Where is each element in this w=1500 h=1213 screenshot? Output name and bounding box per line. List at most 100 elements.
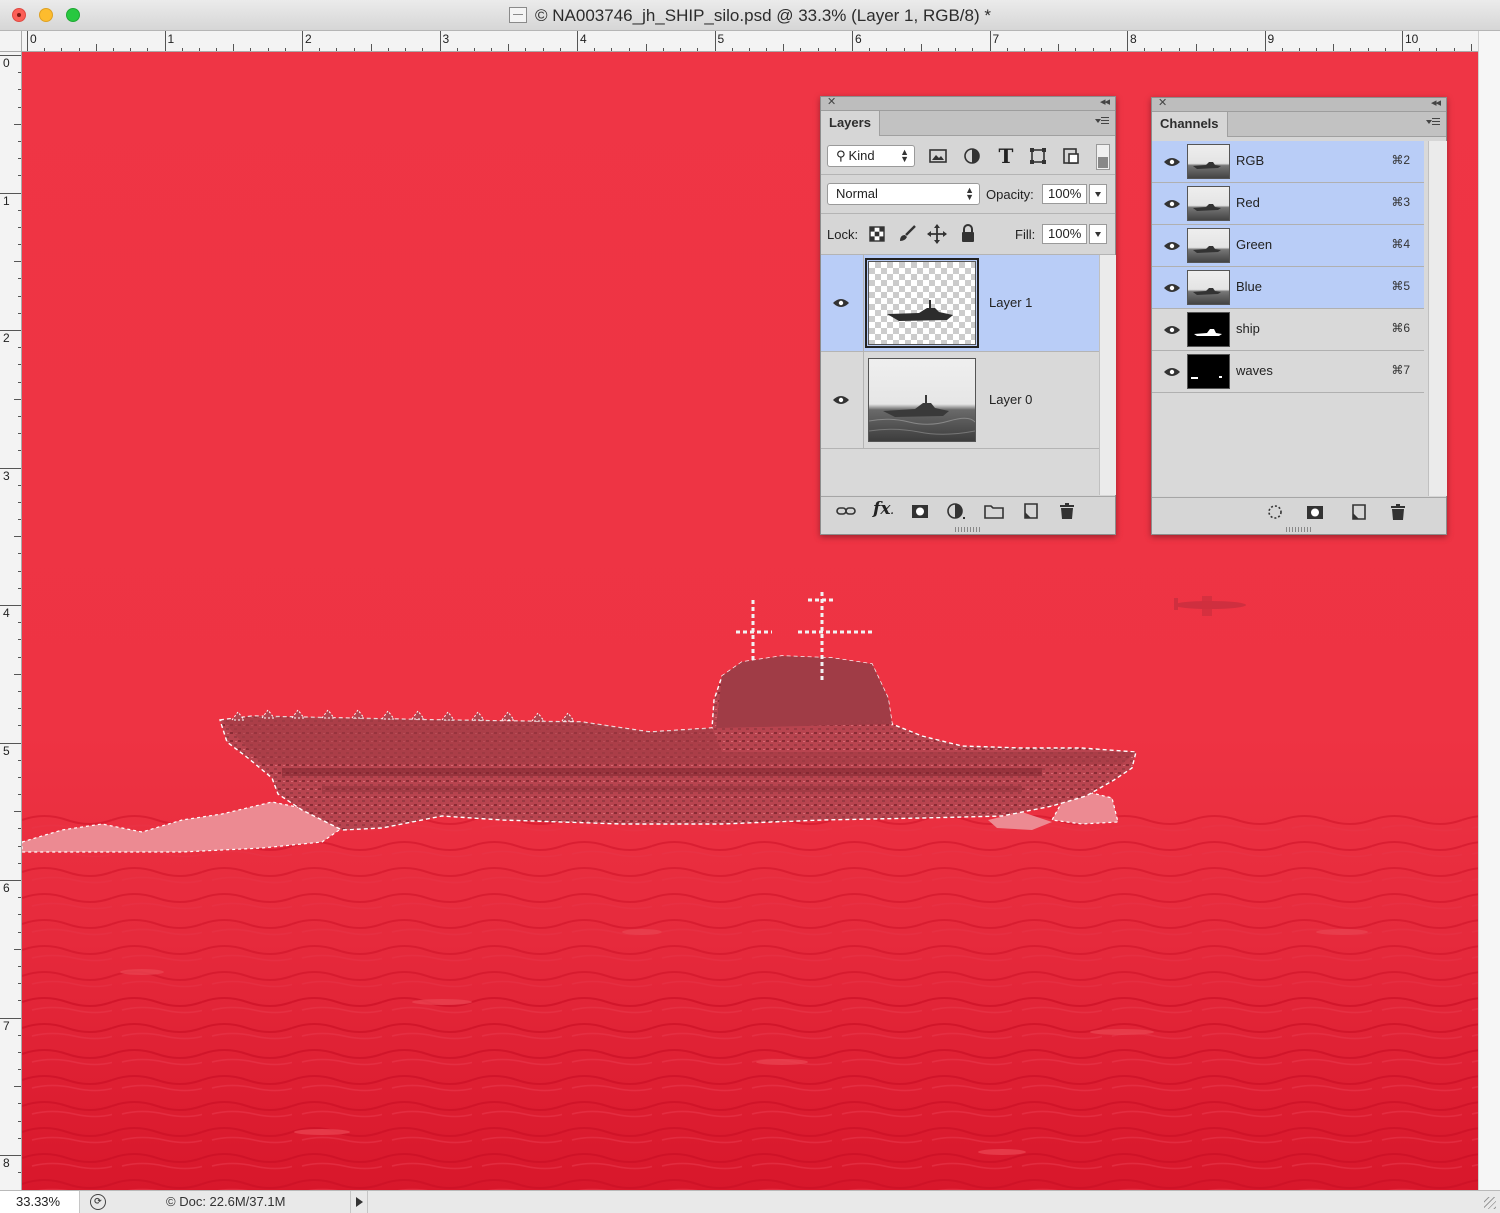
collapse-panel-icon[interactable]: ◂◂ [1100,95,1110,108]
document-size-info[interactable]: © Doc: 22.6M/37.1M [166,1191,285,1213]
vertical-ruler[interactable]: 0 1 2 3 4 5 6 7 8 [0,52,22,1190]
trash-icon[interactable] [1056,501,1078,521]
type-filter-icon[interactable]: T [995,144,1017,168]
ruler-major-tick [1402,31,1403,51]
fill-dropdown-arrow[interactable] [1089,224,1107,244]
layer-0-thumbnail[interactable] [868,358,976,442]
channels-panel-header[interactable]: ✕ ◂◂ [1152,96,1446,112]
ruler-label: 2 [305,32,312,46]
channels-scrollbar[interactable] [1428,141,1447,496]
ruler-minor-tick [508,44,510,51]
filter-kind-select[interactable]: ⚲ Kind ▲ ▼ [827,145,915,167]
lock-transparency-icon[interactable] [866,223,888,245]
channel-name: ship [1236,321,1260,336]
channel-row-blue[interactable]: Blue ⌘5 [1152,267,1424,309]
panel-resize-grip[interactable] [1286,527,1312,532]
lock-paint-icon[interactable] [896,223,918,245]
lock-all-icon[interactable] [957,222,979,244]
new-layer-icon[interactable] [1020,501,1042,521]
ruler-origin-corner[interactable] [0,31,22,52]
layer-name[interactable]: Layer 1 [989,295,1032,310]
row-separator [863,352,864,448]
ruler-minor-tick [14,261,21,263]
new-channel-icon[interactable] [1348,502,1370,522]
ruler-minor-tick [95,44,97,51]
status-menu-arrow[interactable] [350,1191,368,1213]
collapse-panel-icon[interactable]: ◂◂ [1431,96,1441,109]
ship-photo-thumbnail [869,395,975,435]
visibility-eye-icon[interactable] [1164,157,1180,167]
visibility-eye-icon[interactable] [1164,367,1180,377]
window-resize-grip[interactable] [1484,1197,1496,1209]
status-info-icon[interactable]: ⟳ [90,1194,106,1210]
blend-mode-label: Normal [836,186,878,201]
visibility-eye-icon[interactable] [1164,325,1180,335]
visibility-eye-icon[interactable] [1164,199,1180,209]
fill-field[interactable]: 100% [1042,224,1087,244]
channel-row-ship[interactable]: ship ⌘6 [1152,309,1424,351]
layers-panel-footer: fx. [821,496,1115,525]
layer-filter-row: ⚲ Kind ▲ ▼ T [821,136,1115,175]
trash-icon[interactable] [1387,502,1409,522]
visibility-eye-icon[interactable] [1164,283,1180,293]
channel-name: waves [1236,363,1273,378]
adjustment-filter-icon[interactable] [961,145,983,167]
blend-mode-row: Normal ▲ ▼ Opacity: 100% [821,175,1115,214]
channel-list: RGB ⌘2 Red ⌘3 Green ⌘4 Blue ⌘5 ship ⌘6 w… [1152,141,1428,496]
channel-shortcut: ⌘2 [1391,153,1410,167]
document-proxy-icon[interactable] [509,7,528,23]
layer-1-thumbnail[interactable] [865,258,979,348]
channel-row-waves[interactable]: waves ⌘7 [1152,351,1424,393]
visibility-eye-icon[interactable] [833,395,849,405]
opacity-dropdown-arrow[interactable] [1089,184,1107,204]
lock-label: Lock: [827,227,859,242]
channel-name: Red [1236,195,1260,210]
ruler-label: 1 [3,193,10,208]
close-panel-icon[interactable]: ✕ [827,95,836,108]
channel-row-rgb[interactable]: RGB ⌘2 [1152,141,1424,183]
ruler-minor-tick [14,123,21,125]
visibility-eye-icon[interactable] [833,298,849,308]
ruler-minor-tick [1195,44,1197,51]
zoom-level-field[interactable]: 33.33% [0,1191,80,1213]
adjustment-layer-icon[interactable] [945,501,967,521]
link-layers-icon[interactable] [835,501,857,521]
ruler-major-tick [577,31,578,51]
image-filter-icon[interactable] [927,145,949,167]
fx-icon[interactable]: fx. [873,499,895,519]
panel-resize-grip[interactable] [955,527,981,532]
close-panel-icon[interactable]: ✕ [1158,96,1167,109]
ruler-minor-tick [14,948,21,950]
add-mask-icon[interactable] [909,501,931,521]
new-group-icon[interactable] [983,501,1005,521]
vertical-scrollbar[interactable] [1478,31,1500,1191]
panel-menu-icon[interactable] [1095,116,1109,128]
layers-panel-header[interactable]: ✕ ◂◂ [821,95,1115,111]
filter-toggle-switch[interactable] [1096,144,1110,170]
layers-panel: ✕ ◂◂ Layers ⚲ Kind ▲ ▼ T Normal ▲ ▼ Opacity… [820,96,1116,535]
channel-row-red[interactable]: Red ⌘3 [1152,183,1424,225]
lock-position-icon[interactable] [926,223,948,245]
ruler-minor-tick [14,536,21,538]
layer-row-layer-0[interactable]: Layer 0 [821,352,1099,449]
blend-mode-select[interactable]: Normal ▲ ▼ [827,183,980,205]
save-selection-icon[interactable] [1304,502,1326,522]
ruler-minor-tick [1058,44,1060,51]
visibility-eye-icon[interactable] [1164,241,1180,251]
opacity-field[interactable]: 100% [1042,184,1087,204]
channel-row-green[interactable]: Green ⌘4 [1152,225,1424,267]
shape-filter-icon[interactable] [1027,145,1049,167]
load-selection-icon[interactable] [1264,502,1286,522]
panel-menu-icon[interactable] [1426,117,1440,129]
horizontal-ruler[interactable]: 0 1 2 3 4 5 6 7 8 9 10 [22,31,1478,52]
layer-name[interactable]: Layer 0 [989,392,1032,407]
lock-row: Lock: Fill: 100% [821,214,1115,255]
window-title-wrap: © NA003746_jh_SHIP_silo.psd @ 33.3% (Lay… [0,0,1500,31]
ruler-minor-tick [370,44,372,51]
layer-row-layer-1[interactable]: Layer 1 [821,255,1099,352]
smart-object-filter-icon[interactable] [1060,145,1082,167]
channel-thumbnail [1187,186,1230,221]
tab-channels[interactable]: Channels [1152,112,1228,137]
tab-layers[interactable]: Layers [821,111,880,136]
layers-scrollbar[interactable] [1099,255,1116,495]
